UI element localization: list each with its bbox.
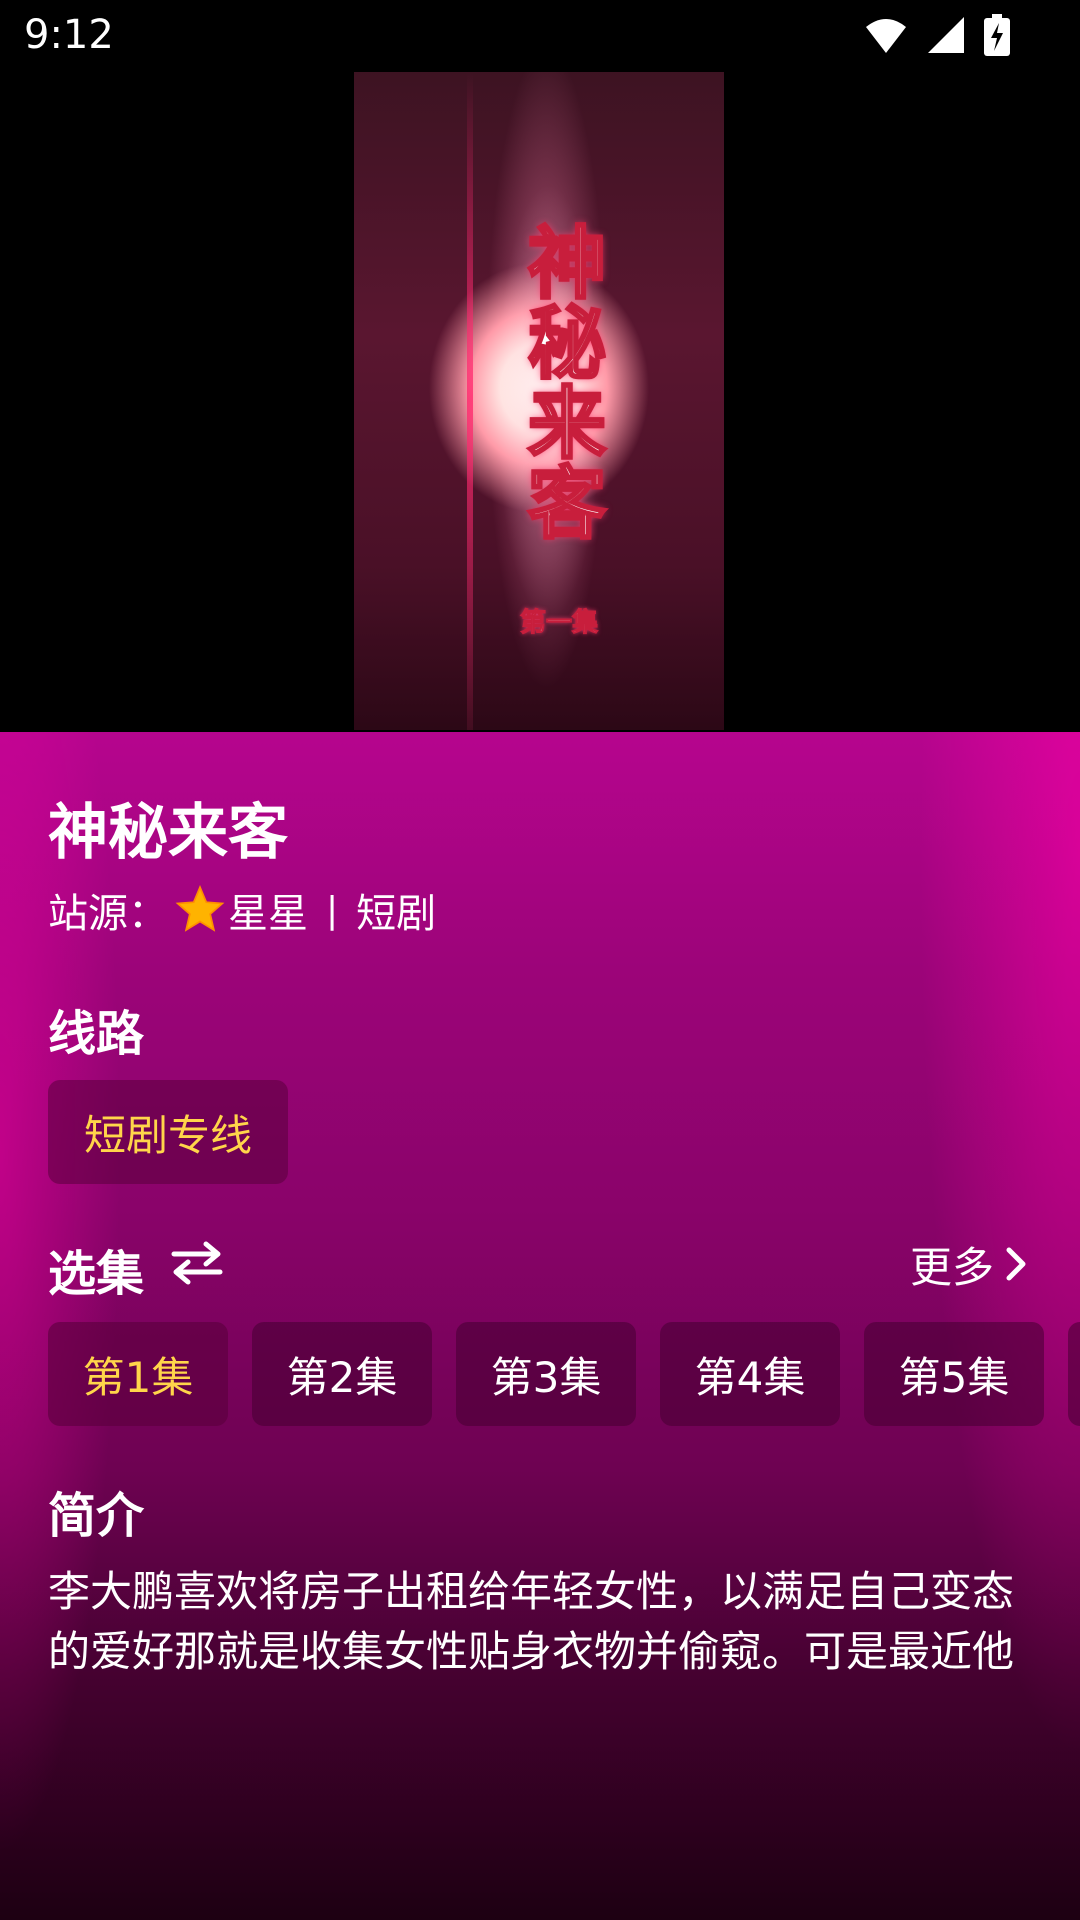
wifi-icon [866, 19, 906, 53]
episode-button-3[interactable]: 第3集 [456, 1322, 636, 1426]
status-time: 9:12 [24, 12, 114, 58]
source-name: 星星 [228, 891, 308, 937]
source-type: 短剧 [356, 891, 437, 937]
poster-episode-label: 第一集 [519, 608, 598, 639]
more-label: 更多 [909, 1242, 994, 1292]
drama-title: 神秘来客 [48, 798, 288, 868]
intro-text: 李大鹏喜欢将房子出租给年轻女性，以满足自己变态的爱好那就是收集女性贴身衣物并偷窥… [48, 1567, 1015, 1676]
intro-heading: 简介 [48, 1488, 145, 1544]
source-row: 站源： 星星 | 短剧 [48, 882, 436, 938]
video-poster[interactable]: 神秘来客 第一集 [354, 72, 724, 730]
source-separator: | [326, 889, 339, 931]
status-icons [864, 14, 1010, 56]
swap-order-icon[interactable] [170, 1240, 224, 1286]
episode-button-1[interactable]: 第1集 [48, 1322, 228, 1426]
episode-button-5[interactable]: 第5集 [864, 1322, 1044, 1426]
episode-button-2[interactable]: 第2集 [252, 1322, 432, 1426]
video-player[interactable]: 神秘来客 第一集 [0, 72, 1080, 732]
cellular-signal-icon [928, 17, 964, 53]
route-button-short-drama[interactable]: 短剧专线 [48, 1080, 288, 1184]
status-bar: 9:12 [0, 0, 1080, 72]
routes-heading: 线路 [48, 1006, 145, 1062]
more-episodes-link[interactable]: 更多 [910, 1234, 1028, 1294]
episode-list: 第1集 第2集 第3集 第4集 第5集 [48, 1322, 1080, 1426]
poster-title: 神秘来客 [514, 221, 608, 544]
screen: 9:12 神秘来客 第一集 神秘来客 站源： 星星 | 短剧 线路 短剧专线 选… [0, 0, 1080, 1920]
episodes-heading: 选集 [48, 1246, 145, 1302]
source-label: 站源： [48, 891, 168, 937]
episode-button-6[interactable] [1068, 1322, 1080, 1426]
poster-light-beam [467, 72, 473, 730]
details-panel: 神秘来客 站源： 星星 | 短剧 线路 短剧专线 选集 更多 第1集 第2集 第… [0, 732, 1080, 1920]
episode-button-4[interactable]: 第4集 [660, 1322, 840, 1426]
star-icon [175, 885, 225, 932]
battery-charging-icon [984, 14, 1010, 56]
chevron-right-icon [1006, 1247, 1026, 1281]
